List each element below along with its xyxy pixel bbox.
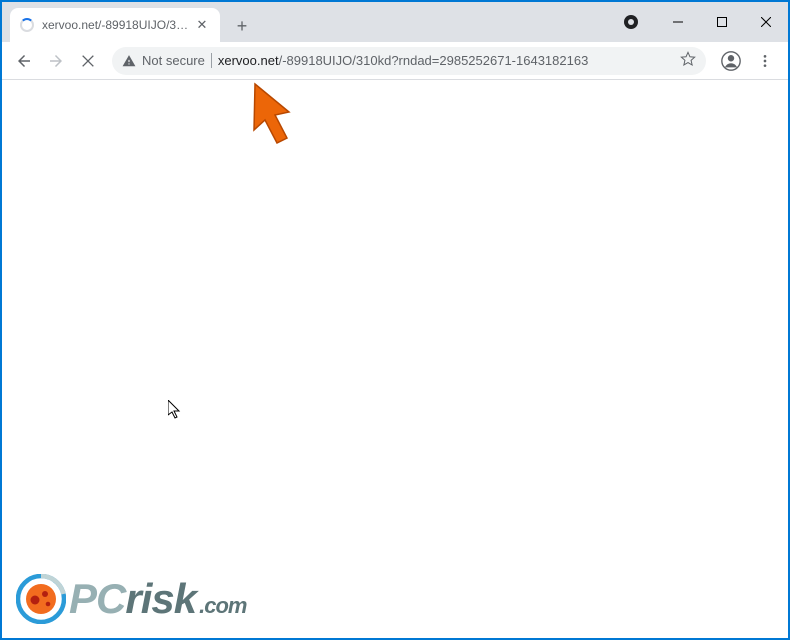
url-path: /-89918UIJO/310kd?rndad=2985252671-16431… (279, 53, 589, 68)
close-window-button[interactable] (744, 7, 788, 37)
new-tab-button[interactable]: + (228, 12, 256, 40)
minimize-button[interactable] (656, 7, 700, 37)
watermark-com: .com (199, 593, 246, 619)
address-bar[interactable]: Not secure xervoo.net/-89918UIJO/310kd?r… (112, 47, 706, 75)
watermark-text: PC risk .com (69, 575, 246, 623)
forward-button[interactable] (42, 47, 70, 75)
url-text: xervoo.net/-89918UIJO/310kd?rndad=298525… (218, 53, 588, 68)
tab-close-button[interactable]: ✕ (194, 17, 210, 33)
loading-spinner-icon (20, 18, 34, 32)
stop-reload-button[interactable] (74, 47, 102, 75)
menu-button[interactable] (750, 46, 780, 76)
window-controls (624, 8, 788, 42)
mouse-cursor-icon (168, 400, 182, 425)
annotation-arrow-icon (247, 82, 302, 152)
watermark-pc: PC (69, 575, 125, 623)
watermark-logo: PC risk .com (16, 574, 246, 624)
browser-tab[interactable]: xervoo.net/-89918UIJO/310kd?rn ✕ (10, 8, 220, 42)
maximize-button[interactable] (700, 7, 744, 37)
watermark-badge-icon (16, 574, 66, 624)
title-bar: xervoo.net/-89918UIJO/310kd?rn ✕ + (2, 2, 788, 42)
url-domain: xervoo.net (218, 53, 279, 68)
back-button[interactable] (10, 47, 38, 75)
profile-button[interactable] (716, 46, 746, 76)
page-content (2, 80, 788, 638)
watermark-risk: risk (125, 575, 196, 623)
toolbar: Not secure xervoo.net/-89918UIJO/310kd?r… (2, 42, 788, 80)
security-warning-icon (122, 54, 136, 68)
recording-indicator-icon[interactable] (624, 15, 638, 29)
security-label: Not secure (142, 53, 212, 68)
tab-title: xervoo.net/-89918UIJO/310kd?rn (42, 18, 190, 32)
bookmark-star-icon[interactable] (680, 51, 696, 70)
